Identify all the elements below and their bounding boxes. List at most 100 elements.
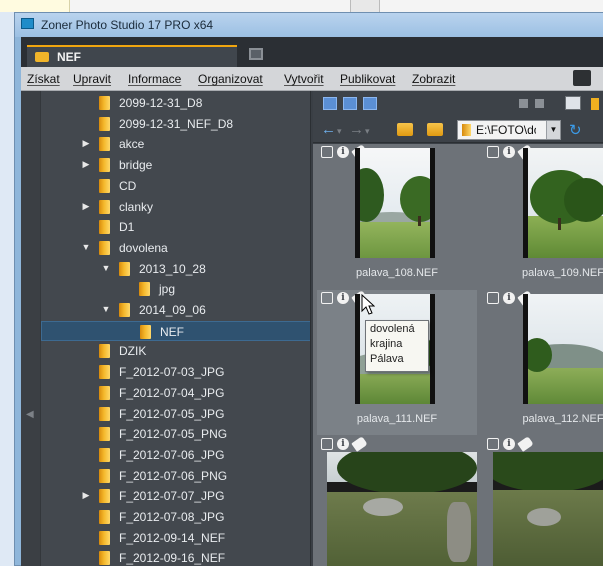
camera-icon[interactable] bbox=[487, 146, 499, 158]
expanded-arrow-icon[interactable]: ▼ bbox=[101, 304, 111, 314]
camera-icon[interactable] bbox=[321, 438, 333, 450]
camera-icon[interactable] bbox=[487, 292, 499, 304]
tree-item[interactable]: F_2012-09-14_NEF bbox=[41, 528, 310, 548]
tree-item-selected[interactable]: NEF bbox=[41, 320, 310, 341]
tree-item[interactable]: 2099-12-31_NEF_D8 bbox=[41, 114, 310, 134]
folder-up-icon[interactable] bbox=[397, 123, 413, 136]
tree-item[interactable]: F_2012-07-04_JPG bbox=[41, 383, 310, 403]
menu-zobrazit[interactable]: Zobrazit bbox=[412, 72, 455, 86]
camera-icon[interactable] bbox=[321, 146, 333, 158]
view-details-icon[interactable] bbox=[343, 97, 357, 110]
tree-item[interactable]: ▶ F_2012-07-07_JPG bbox=[41, 486, 310, 506]
expanded-arrow-icon[interactable]: ▼ bbox=[101, 263, 111, 273]
tree-item[interactable]: F_2012-07-05_PNG bbox=[41, 424, 310, 444]
tree-side-strip: ◀ bbox=[21, 91, 41, 566]
folder-icon bbox=[99, 199, 110, 214]
sort-icon[interactable] bbox=[519, 99, 528, 108]
menu-publikovat[interactable]: Publikovat bbox=[340, 72, 395, 86]
thumbnail-image bbox=[355, 148, 435, 258]
tree-item[interactable]: D1 bbox=[41, 217, 310, 237]
forward-dropdown-icon[interactable]: ▾ bbox=[365, 126, 370, 137]
tree-item[interactable]: 2099-12-31_D8 bbox=[41, 93, 310, 113]
tree-item-label: F_2012-07-04_JPG bbox=[119, 385, 225, 400]
menu-informace[interactable]: Informace bbox=[128, 72, 181, 86]
tree-item[interactable]: F_2012-07-06_PNG bbox=[41, 466, 310, 486]
menu-ziskat[interactable]: Získat bbox=[27, 72, 60, 86]
collapsed-arrow-icon[interactable]: ▶ bbox=[81, 159, 91, 170]
menu-upravit[interactable]: Upravit bbox=[73, 72, 111, 86]
chevron-down-icon[interactable]: ▼ bbox=[546, 121, 560, 139]
thumbnail-tile[interactable]: i palava_109.NEF bbox=[483, 144, 603, 289]
folder-icon bbox=[99, 447, 110, 462]
folder-icon bbox=[99, 406, 110, 421]
tree-item-label: F_2012-09-14_NEF bbox=[119, 530, 226, 545]
thumbnail-tile[interactable]: i palava_112.NEF bbox=[483, 290, 603, 435]
tree-item[interactable]: ▼ 2013_10_28 bbox=[41, 259, 310, 279]
tree-item[interactable]: F_2012-07-03_JPG bbox=[41, 362, 310, 382]
expanded-arrow-icon[interactable]: ▼ bbox=[81, 242, 91, 252]
folder-icon[interactable] bbox=[427, 123, 443, 136]
collapsed-arrow-icon[interactable]: ▶ bbox=[81, 490, 91, 501]
view-columns-icon[interactable] bbox=[363, 97, 377, 110]
info-icon[interactable]: i bbox=[337, 146, 349, 158]
info-icon[interactable]: i bbox=[503, 438, 515, 450]
app-icon bbox=[21, 18, 34, 29]
menu-vytvorit[interactable]: Vytvořit bbox=[284, 72, 324, 86]
tree-item[interactable]: ▼ 2014_09_06 bbox=[41, 300, 310, 320]
folder-tree: ◀ 2099-12-31_D8 2099-12-31_NEF_D8 ▶ akce ▶ br… bbox=[21, 91, 311, 566]
tree-item[interactable]: F_2012-09-16_NEF bbox=[41, 548, 310, 566]
new-tab-icon[interactable] bbox=[249, 48, 263, 60]
info-icon[interactable]: i bbox=[337, 438, 349, 450]
tree-item[interactable]: ▶ clanky bbox=[41, 197, 310, 217]
folder-icon bbox=[99, 489, 110, 504]
camera-icon[interactable] bbox=[487, 438, 499, 450]
collapsed-arrow-icon[interactable]: ▶ bbox=[81, 201, 91, 212]
thumbnail-browser: i palava_108.NEF i palava_109.NEF i pala… bbox=[313, 144, 603, 566]
tree-item[interactable]: ▼ dovolena bbox=[41, 238, 310, 258]
tag-icon[interactable] bbox=[351, 436, 368, 452]
folder-icon bbox=[99, 137, 110, 152]
tree-item[interactable]: jpg bbox=[41, 279, 310, 299]
info-icon[interactable]: i bbox=[503, 146, 515, 158]
mail-icon[interactable] bbox=[591, 98, 599, 110]
collapsed-arrow-icon[interactable]: ▶ bbox=[81, 138, 91, 149]
thumbnail-tile[interactable]: i bbox=[317, 436, 477, 566]
folder-icon bbox=[140, 324, 151, 339]
tag-icon[interactable] bbox=[517, 436, 534, 452]
folder-icon bbox=[99, 385, 110, 400]
tab-nef[interactable]: NEF bbox=[27, 45, 237, 67]
path-field[interactable]: E:\FOTO\do ▼ bbox=[457, 120, 561, 140]
mouse-cursor-icon bbox=[361, 294, 375, 315]
filter-icon[interactable] bbox=[535, 99, 544, 108]
back-arrow-icon[interactable]: ← bbox=[321, 121, 336, 138]
refresh-icon[interactable]: ↻ bbox=[569, 121, 582, 139]
folder-icon bbox=[99, 344, 110, 359]
info-icon[interactable]: i bbox=[503, 292, 515, 304]
forward-arrow-icon[interactable]: → bbox=[349, 121, 364, 138]
view-thumbnails-icon[interactable] bbox=[323, 97, 337, 110]
thumbnail-image bbox=[493, 452, 603, 566]
thumbnail-image bbox=[523, 294, 603, 404]
print-icon[interactable] bbox=[565, 96, 581, 110]
tree-item-label: F_2012-07-06_JPG bbox=[119, 447, 225, 462]
tree-item[interactable]: CD bbox=[41, 176, 310, 196]
tree-item-label: F_2012-07-08_JPG bbox=[119, 510, 225, 524]
info-icon[interactable]: i bbox=[337, 292, 349, 304]
tree-item[interactable]: F_2012-07-06_JPG bbox=[41, 445, 310, 465]
tree-item[interactable]: F_2012-07-05_JPG bbox=[41, 404, 310, 424]
back-dropdown-icon[interactable]: ▾ bbox=[337, 126, 342, 137]
tooltip-line: dovolená bbox=[370, 323, 415, 335]
thumbnail-caption: palava_111.NEF bbox=[356, 413, 438, 425]
tree-item[interactable]: DZIK bbox=[41, 341, 310, 361]
menu-organizovat[interactable]: Organizovat bbox=[198, 72, 263, 86]
thumbnail-tile[interactable]: i palava_108.NEF bbox=[317, 144, 477, 289]
tree-item[interactable]: F_2012-07-08_JPG bbox=[41, 507, 310, 527]
title-bar[interactable]: Zoner Photo Studio 17 PRO x64 bbox=[15, 13, 603, 37]
home-icon[interactable] bbox=[573, 70, 591, 86]
tree-item[interactable]: ▶ bridge bbox=[41, 155, 310, 175]
camera-icon[interactable] bbox=[321, 292, 333, 304]
tree-item[interactable]: ▶ akce bbox=[41, 134, 310, 154]
collapse-arrow-icon[interactable]: ◀ bbox=[26, 409, 34, 420]
tree-item-label: F_2012-07-05_PNG bbox=[119, 427, 228, 442]
thumbnail-tile[interactable]: i bbox=[483, 436, 603, 566]
